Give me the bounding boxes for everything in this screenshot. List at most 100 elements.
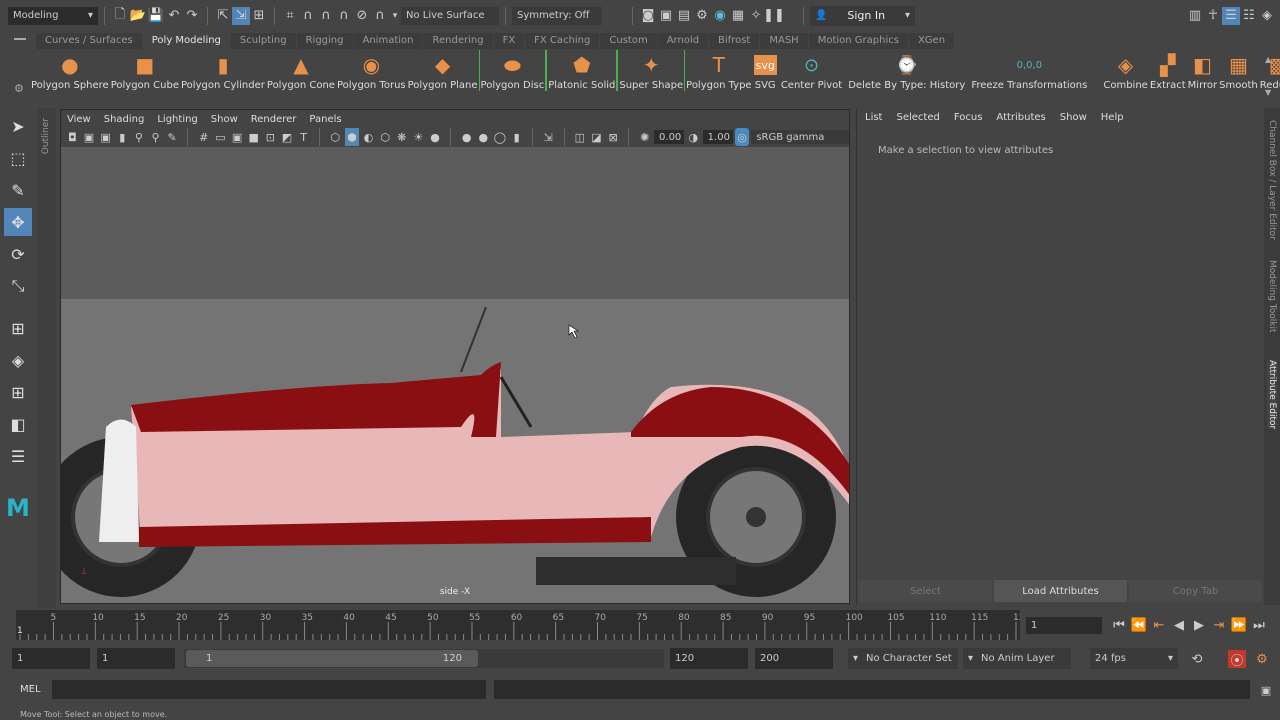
workspace-dropdown[interactable]: Modeling ▾ [8, 6, 98, 25]
snap-magnet-icon[interactable]: ∩ [371, 7, 389, 25]
render-settings-icon[interactable]: ⚙ [693, 7, 711, 25]
hypershade-icon[interactable]: ◉ [711, 7, 729, 25]
smooth-shade-icon[interactable]: ⬢ [344, 128, 360, 146]
color-management-icon[interactable]: ◎ [734, 128, 750, 146]
human-ik-icon[interactable]: ☥ [1204, 7, 1222, 25]
undo-icon[interactable]: ↶ [165, 7, 183, 25]
resolution-gate-icon[interactable]: ▣ [230, 128, 245, 146]
step-forward-frame-icon[interactable]: ⇥ [1210, 616, 1228, 634]
render-frame-icon[interactable]: ▣ [657, 7, 675, 25]
shelf-tab-rendering[interactable]: Rendering [423, 33, 493, 49]
scale-tool-icon[interactable]: ⤡ [4, 272, 32, 300]
channel-box-icon[interactable]: ◈ [1258, 7, 1276, 25]
render-view-icon[interactable]: ◙ [639, 7, 657, 25]
snap-grid-icon[interactable]: ⌗ [281, 7, 299, 25]
shelf-button-super-shape[interactable]: ✦ Super Shape [617, 50, 686, 91]
shelf-tab-motion-graphics[interactable]: Motion Graphics [808, 33, 908, 49]
viewport-panel[interactable]: View Shading Lighting Show Renderer Panels ◘ … [60, 109, 850, 604]
render-sequence-icon[interactable]: ▦ [729, 7, 747, 25]
bookmark-icon[interactable]: ▮ [115, 128, 130, 146]
tab-modeling-toolkit[interactable]: Modeling Toolkit [1267, 260, 1277, 333]
select-component-icon[interactable]: ⊞ [250, 7, 268, 25]
start-time-field[interactable]: 1 [12, 648, 90, 669]
viewport-menu-shading[interactable]: Shading [104, 114, 145, 125]
range-slider-handle[interactable]: 1 120 [186, 650, 478, 667]
current-frame-field[interactable]: 1 [1026, 617, 1102, 634]
shelf-button-svg[interactable]: svg SVG [753, 50, 778, 91]
shelf-button-polygon-plane[interactable]: ◆ Polygon Plane [407, 50, 479, 91]
grid-icon[interactable]: # [196, 128, 211, 146]
attribute-menu-help[interactable]: Help [1101, 112, 1124, 123]
textured-icon[interactable]: ❋ [394, 128, 409, 146]
snap-view-plane-icon[interactable]: ∩ [335, 7, 353, 25]
shelf-tab-bifrost[interactable]: Bifrost [709, 33, 760, 49]
depth-of-field-icon[interactable]: ▮ [509, 128, 524, 146]
attribute-menu-show[interactable]: Show [1060, 112, 1087, 123]
tab-channel-box[interactable]: Channel Box / Layer Editor [1267, 120, 1277, 240]
xray-joints-icon[interactable]: ◪ [589, 128, 604, 146]
snap-curve-icon[interactable]: ∩ [299, 7, 317, 25]
shelf-button-mirror[interactable]: ◧ Mirror [1187, 50, 1218, 91]
shelf-tab-poly-modeling[interactable]: Poly Modeling [142, 33, 230, 49]
tab-attribute-editor[interactable]: Attribute Editor [1267, 360, 1277, 430]
shelf-button-polygon-cube[interactable]: ■ Polygon Cube [110, 50, 180, 91]
new-scene-icon[interactable]: 🗋 [111, 7, 129, 25]
outliner-layout-icon[interactable]: ☰ [4, 442, 32, 470]
command-input[interactable] [52, 680, 486, 699]
shelf-menu-icon[interactable] [14, 38, 26, 40]
shelf-button-polygon-disc[interactable]: ⬬ Polygon Disc [478, 50, 547, 91]
shelf-tab-curves-surfaces[interactable]: Curves / Surfaces [36, 33, 142, 49]
go-to-end-icon[interactable]: ⏭ [1250, 616, 1268, 634]
shelf-button-center-pivot[interactable]: ⊙ Center Pivot [780, 50, 843, 92]
outliner-tab[interactable]: Outliner [38, 108, 56, 608]
attribute-menu-focus[interactable]: Focus [954, 112, 983, 123]
step-forward-key-icon[interactable]: ⏩ [1230, 616, 1248, 634]
image-plane-icon[interactable]: ⚲ [132, 128, 147, 146]
shelf-tab-fx-caching[interactable]: FX Caching [525, 33, 600, 49]
sign-in-button[interactable]: 👤 Sign In ▾ [810, 5, 915, 26]
lights-icon[interactable]: ☀ [411, 128, 426, 146]
step-back-key-icon[interactable]: ⏪ [1130, 616, 1148, 634]
playback-end-field[interactable]: 120 [670, 648, 748, 669]
film-gate-icon[interactable]: ▭ [213, 128, 228, 146]
wireframe-on-shaded-icon[interactable]: ⬡ [378, 128, 393, 146]
shelf-tab-sculpting[interactable]: Sculpting [230, 33, 296, 49]
lasso-tool-icon[interactable]: ⬚ [4, 144, 32, 172]
shelf-button-polygon-type[interactable]: T Polygon Type [685, 50, 752, 91]
snap-point-icon[interactable]: ∩ [317, 7, 335, 25]
two-d-pan-icon[interactable]: ⚲ [148, 128, 163, 146]
safe-action-icon[interactable]: ◩ [280, 128, 295, 146]
viewport-menu-lighting[interactable]: Lighting [157, 114, 197, 125]
exposure-icon[interactable]: ✺ [637, 128, 652, 146]
shadows-icon[interactable]: ● [428, 128, 443, 146]
gate-mask-icon[interactable]: ■ [246, 128, 261, 146]
select-hierarchy-icon[interactable]: ⇱ [214, 7, 232, 25]
xray-components-icon[interactable]: ⊠ [606, 128, 621, 146]
time-slider[interactable]: 5 10 15 20 25 30 35 40 45 50 55 60 65 70 75 80 85 90 95 100… [16, 610, 1030, 640]
attribute-menu-selected[interactable]: Selected [896, 112, 939, 123]
auto-key-icon[interactable]: ⦿ [1228, 650, 1246, 669]
step-back-frame-icon[interactable]: ⇤ [1150, 616, 1168, 634]
shelf-button-freeze-transformations[interactable]: 0,0,0 Freeze Transformations [970, 50, 1088, 92]
single-view-icon[interactable]: ⊞ [4, 314, 32, 342]
viewport-menu-show[interactable]: Show [211, 114, 238, 125]
four-view-icon[interactable]: ◈ [4, 346, 32, 374]
play-forward-icon[interactable]: ▶ [1190, 616, 1208, 634]
grease-pencil-icon[interactable]: ✎ [165, 128, 180, 146]
tool-settings-icon[interactable]: ☷ [1240, 7, 1258, 25]
shelf-button-extract[interactable]: ▞ Extract [1149, 50, 1187, 91]
end-time-field[interactable]: 200 [755, 648, 833, 669]
camera-attr-icon[interactable]: ▣ [98, 128, 113, 146]
shelf-scroll-down-icon[interactable]: ▼ [1265, 88, 1271, 97]
shelf-button-polygon-cone[interactable]: ▲ Polygon Cone [266, 50, 336, 91]
attribute-editor-icon[interactable]: ☰ [1222, 6, 1240, 25]
select-tool-icon[interactable]: ➤ [4, 112, 32, 140]
color-space-field[interactable]: sRGB gamma [751, 130, 850, 144]
camera-lock-icon[interactable]: ▣ [82, 128, 97, 146]
shelf-button-smooth[interactable]: ▦ Smooth [1218, 50, 1259, 91]
loop-icon[interactable]: ⟲ [1188, 650, 1206, 668]
shelf-gear-icon[interactable]: ⚙ [14, 82, 24, 95]
snap-live-icon[interactable]: ⊘ [353, 7, 371, 25]
copy-tab-button[interactable]: Copy Tab [1129, 580, 1262, 602]
load-attributes-button[interactable]: Load Attributes [994, 580, 1127, 602]
